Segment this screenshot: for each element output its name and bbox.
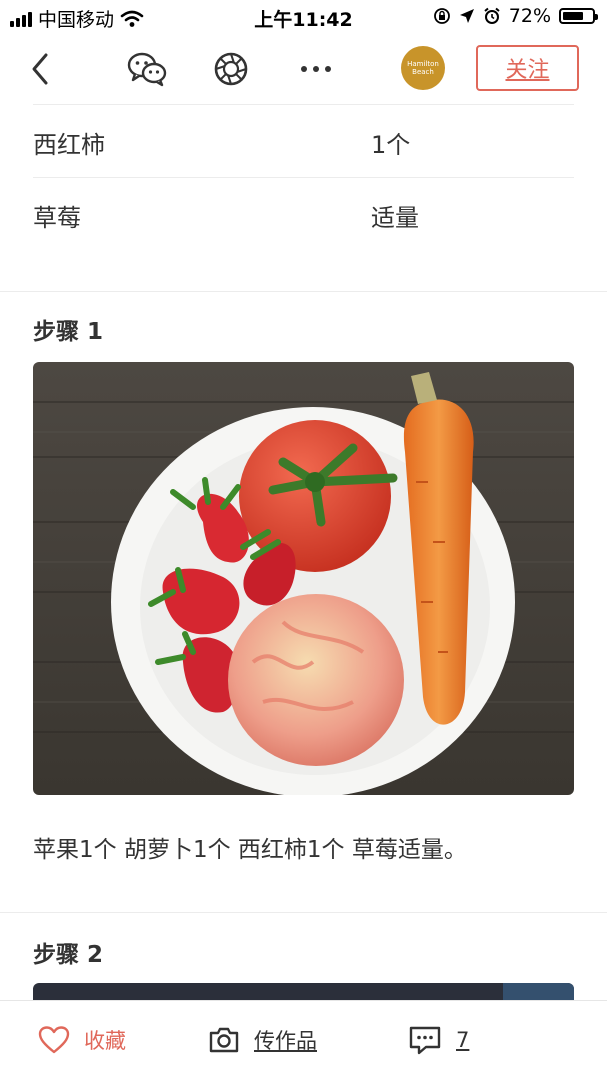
- back-button[interactable]: [18, 47, 62, 91]
- battery-fill: [563, 12, 583, 20]
- location-icon: [459, 9, 474, 23]
- status-bar-right: 72%: [433, 5, 598, 27]
- battery-icon: [559, 8, 598, 24]
- author-avatar[interactable]: Hamilton Beach: [401, 46, 445, 90]
- step-title: 步骤 1: [33, 319, 104, 345]
- rotation-lock-icon: [433, 8, 450, 24]
- wechat-icon: [127, 52, 167, 87]
- battery-percent: 72%: [508, 5, 551, 27]
- more-icon: [301, 66, 331, 72]
- comment-count: 7: [456, 1028, 470, 1052]
- upload-label: 传作品: [254, 1029, 317, 1053]
- alarm-icon: [484, 7, 500, 24]
- section-divider: [0, 912, 607, 913]
- avatar-logo-text-2: Beach: [412, 68, 434, 76]
- comment-icon: [409, 1026, 441, 1055]
- share-moments-button[interactable]: [209, 47, 253, 91]
- favorite-button[interactable]: 收藏: [38, 1025, 126, 1055]
- ingredient-row: 草莓 适量: [33, 177, 574, 251]
- moments-icon: [214, 52, 248, 86]
- avatar-logo-text: Hamilton: [407, 60, 439, 68]
- ingredient-name: 草莓: [33, 204, 81, 232]
- step-title: 步骤 2: [33, 942, 104, 968]
- step-description: 苹果1个 胡萝卜1个 西红柿1个 草莓适量。: [33, 837, 467, 863]
- follow-button[interactable]: 关注: [476, 45, 579, 91]
- bottom-bar: 收藏 传作品 7: [0, 1000, 607, 1081]
- vegetables-plate-image: [33, 362, 574, 795]
- more-button[interactable]: [294, 47, 338, 91]
- heart-icon: [38, 1026, 70, 1054]
- ingredient-name: 西红柿: [33, 131, 105, 159]
- favorite-label: 收藏: [84, 1029, 126, 1053]
- step-photo[interactable]: [33, 362, 574, 795]
- comments-button[interactable]: 7: [408, 1025, 469, 1055]
- ingredient-quantity: 适量: [371, 204, 419, 232]
- camera-icon: [209, 1027, 239, 1053]
- chevron-left-icon: [32, 53, 48, 85]
- ingredient-quantity: 1个: [371, 131, 411, 159]
- upload-work-button[interactable]: 传作品: [208, 1025, 317, 1055]
- status-bar: 中国移动 上午11:42 72%: [0, 0, 607, 34]
- ingredient-row: 西红柿 1个: [33, 104, 574, 178]
- section-divider: [0, 291, 607, 292]
- share-wechat-button[interactable]: [125, 47, 169, 91]
